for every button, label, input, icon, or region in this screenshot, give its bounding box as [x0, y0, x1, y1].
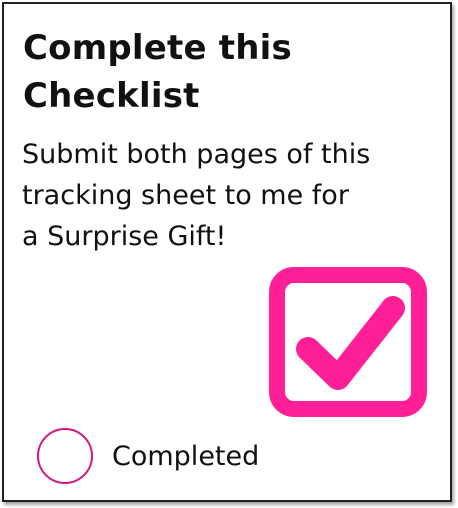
checkmark	[296, 296, 405, 390]
card-title: Complete this Checklist	[23, 24, 443, 120]
completed-label: Completed	[112, 441, 260, 472]
description-line-1: Submit both pages of this	[22, 139, 371, 170]
checkbox-checked-icon	[269, 267, 427, 417]
checklist-card: Complete this Checklist Submit both pages…	[2, 2, 452, 502]
description-line-3: a Surprise Gift!	[22, 221, 227, 252]
description-line-2: tracking sheet to me for	[22, 180, 349, 211]
title-line-1: Complete this	[23, 28, 292, 68]
completed-radio[interactable]	[37, 428, 93, 484]
card-description: Submit both pages of this tracking sheet …	[22, 134, 452, 257]
title-line-2: Checklist	[23, 76, 200, 116]
